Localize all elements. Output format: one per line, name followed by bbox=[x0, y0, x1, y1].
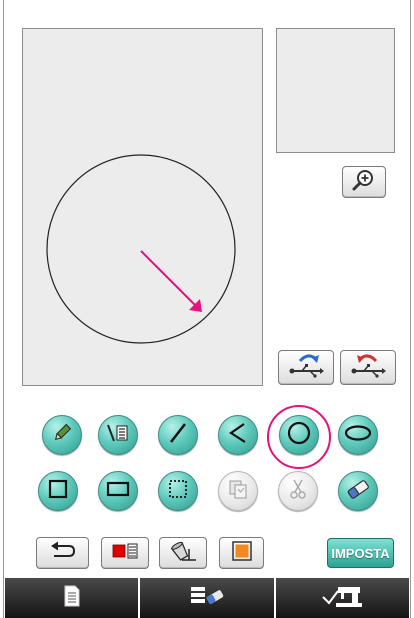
ellipse-tool-button[interactable] bbox=[338, 415, 378, 455]
paste-icon bbox=[226, 477, 250, 506]
paint-bucket-icon bbox=[168, 539, 198, 568]
frame-left-edge bbox=[3, 0, 4, 618]
rectangle-icon bbox=[105, 478, 131, 505]
line-style-tool-button[interactable] bbox=[98, 415, 138, 455]
tab-document[interactable] bbox=[5, 578, 141, 618]
stitch-settings-icon bbox=[187, 584, 227, 613]
embroidery-machine-icon bbox=[320, 583, 364, 614]
region-color-icon bbox=[230, 539, 254, 568]
ellipse-icon bbox=[344, 423, 372, 448]
tab-stitch-settings[interactable] bbox=[140, 578, 276, 618]
eraser-icon bbox=[345, 477, 371, 506]
selection-tool-button[interactable] bbox=[158, 471, 198, 511]
region-color-button[interactable] bbox=[219, 537, 264, 569]
tab-embroidery-machine[interactable] bbox=[275, 578, 409, 618]
drawn-circle bbox=[46, 154, 236, 344]
selection-icon bbox=[166, 477, 190, 506]
cut-tool-button[interactable] bbox=[278, 471, 318, 511]
drawing-canvas[interactable] bbox=[22, 28, 263, 386]
document-icon bbox=[63, 585, 81, 612]
circle-tool-button[interactable] bbox=[279, 415, 319, 455]
circle-icon bbox=[286, 420, 312, 451]
usb-load-icon bbox=[348, 351, 388, 384]
paste-tool-button[interactable] bbox=[218, 471, 258, 511]
line-color-icon bbox=[110, 541, 140, 566]
straight-line-icon bbox=[166, 421, 190, 450]
drag-arrow bbox=[140, 250, 202, 312]
line-color-button[interactable] bbox=[101, 537, 149, 569]
pencil-icon bbox=[50, 421, 74, 450]
polyline-icon bbox=[226, 421, 250, 450]
zoom-in-icon bbox=[351, 167, 377, 198]
scissors-icon bbox=[286, 477, 310, 506]
eraser-tool-button[interactable] bbox=[338, 471, 378, 511]
undo-button[interactable] bbox=[36, 537, 89, 569]
line-style-icon bbox=[105, 421, 131, 450]
straight-line-tool-button[interactable] bbox=[158, 415, 198, 455]
set-button[interactable]: IMPOSTA bbox=[327, 538, 394, 568]
bottom-tab-bar bbox=[5, 578, 409, 618]
save-to-usb-button[interactable] bbox=[278, 350, 334, 385]
zoom-button[interactable] bbox=[342, 166, 386, 198]
square-tool-button[interactable] bbox=[38, 471, 78, 511]
fill-button[interactable] bbox=[159, 537, 207, 569]
square-icon bbox=[47, 478, 69, 505]
undo-icon bbox=[48, 540, 78, 567]
rectangle-tool-button[interactable] bbox=[98, 471, 138, 511]
preview-panel bbox=[276, 28, 395, 153]
polyline-tool-button[interactable] bbox=[218, 415, 258, 455]
usb-save-icon bbox=[286, 351, 326, 384]
pencil-tool-button[interactable] bbox=[42, 415, 82, 455]
load-from-usb-button[interactable] bbox=[340, 350, 396, 385]
frame-right-edge bbox=[410, 0, 411, 618]
